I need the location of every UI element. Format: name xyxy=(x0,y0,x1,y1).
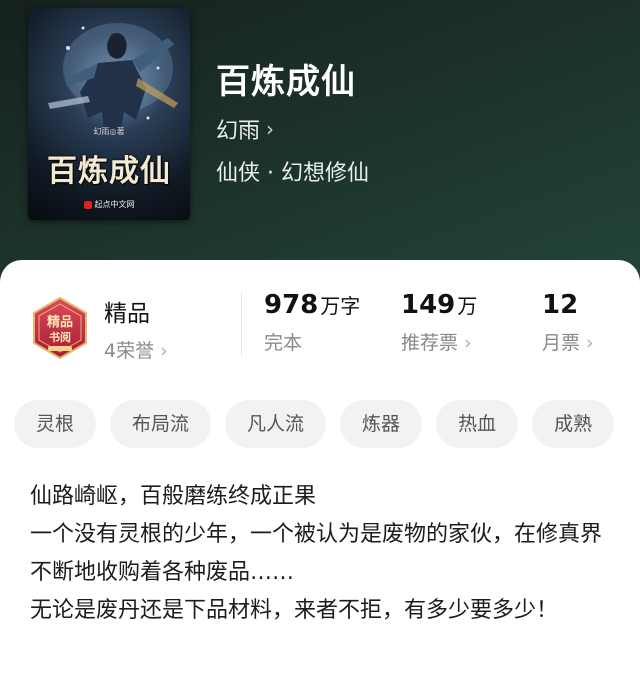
author-link[interactable]: 幻雨 › xyxy=(216,113,274,145)
tag-chip[interactable]: 布局流 xyxy=(110,400,212,448)
cover-title: 百炼成仙 xyxy=(47,154,171,189)
author-name: 幻雨 xyxy=(216,119,261,144)
book-genre: 仙侠 · 幻想修仙 xyxy=(216,161,369,186)
monthly-count: 12 xyxy=(542,290,579,320)
book-cover[interactable]: 幻雨◎著 百炼成仙 起点中文网 xyxy=(28,8,190,220)
recommend-link[interactable]: 推荐票 › xyxy=(401,328,477,355)
word-count-unit: 万字 xyxy=(320,294,361,318)
recommend-label: 推荐票 xyxy=(401,332,459,354)
monthly-link[interactable]: 月票 › xyxy=(542,328,594,355)
cover-publisher: 起点中文网 xyxy=(28,199,190,210)
chevron-right-icon: › xyxy=(266,117,275,141)
tag-chip[interactable]: 炼器 xyxy=(340,400,423,448)
badge-text-top: 精品 xyxy=(47,314,73,330)
quality-badge-icon[interactable]: 精品 书阅 xyxy=(30,296,90,360)
monthly-label: 月票 xyxy=(542,332,581,354)
tag-chip[interactable]: 成熟 xyxy=(532,400,615,448)
chevron-right-icon: › xyxy=(464,332,472,354)
tag-chip[interactable]: 热血 xyxy=(436,400,519,448)
word-count-stat: 978 万字 完本 xyxy=(264,290,360,355)
tag-chip[interactable]: 凡人流 xyxy=(225,400,327,448)
recommend-count: 149 万 xyxy=(401,290,477,320)
quality-stat[interactable]: 精品 4荣誉 › xyxy=(104,290,168,363)
chevron-right-icon: › xyxy=(160,340,168,362)
honors-count: 4荣誉 xyxy=(104,340,155,362)
recommend-stat[interactable]: 149 万 推荐票 › xyxy=(401,290,477,355)
chevron-right-icon: › xyxy=(586,332,594,354)
monthly-stat[interactable]: 12 月票 › xyxy=(542,290,594,355)
recommend-value: 149 xyxy=(401,290,456,320)
stats-divider xyxy=(241,292,242,356)
cover-publisher-name: 起点中文网 xyxy=(94,200,135,209)
book-header: 幻雨◎著 百炼成仙 起点中文网 百炼成仙 幻雨 › 仙侠 · 幻想修仙 xyxy=(0,0,640,290)
tag-list: 灵根 布局流 凡人流 炼器 热血 成熟 xyxy=(14,400,615,448)
book-description[interactable]: 仙路崎岖，百般磨练终成正果 一个没有灵根的少年，一个被认为是废物的家伙，在修真界… xyxy=(30,478,620,630)
badge-text-bottom: 书阅 xyxy=(49,330,71,344)
word-count: 978 万字 xyxy=(264,290,360,320)
honors-link[interactable]: 4荣誉 › xyxy=(104,336,168,363)
word-count-value: 978 xyxy=(264,290,319,320)
book-status: 完本 xyxy=(264,332,303,354)
book-title: 百炼成仙 xyxy=(216,62,356,102)
stats-row: 精品 书阅 精品 4荣誉 › 978 万字 完本 149 万 推荐票 › 12 月票 › xyxy=(0,290,640,370)
book-detail-card: 精品 书阅 精品 4荣誉 › 978 万字 完本 149 万 推荐票 › 12 月票 › … xyxy=(0,260,640,679)
quality-label: 精品 xyxy=(104,301,150,327)
cover-author: 幻雨◎著 xyxy=(93,127,125,136)
publisher-logo-icon xyxy=(83,200,92,209)
tag-chip[interactable]: 灵根 xyxy=(14,400,97,448)
recommend-unit: 万 xyxy=(457,294,478,318)
